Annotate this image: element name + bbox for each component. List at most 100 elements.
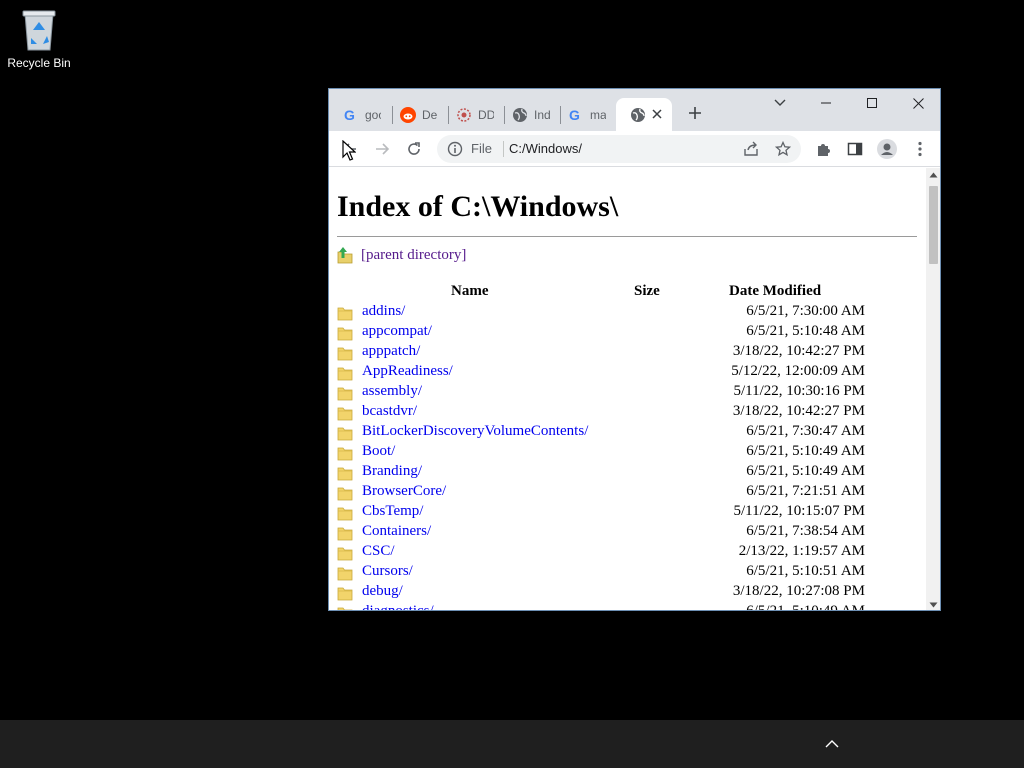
new-tab-button[interactable] <box>685 103 705 123</box>
folder-icon <box>337 347 353 361</box>
side-panel-button[interactable] <box>842 136 868 162</box>
folder-up-icon <box>337 247 353 264</box>
folder-icon <box>337 447 353 461</box>
menu-button[interactable] <box>907 136 933 162</box>
reddit-icon <box>400 106 416 123</box>
directory-listing-page: Index of C:\Windows\ [parent directory] … <box>337 168 917 610</box>
google-icon: G <box>569 107 580 123</box>
parent-directory-row[interactable]: [parent directory] <box>337 245 917 265</box>
file-name-link[interactable]: Cursors/ <box>362 563 413 580</box>
mouse-cursor-icon <box>342 140 356 161</box>
folder-icon <box>337 307 353 321</box>
date-modified: 5/12/22, 12:00:09 AM <box>731 363 865 379</box>
folder-icon <box>337 487 353 501</box>
table-row: AppReadiness/5/12/22, 12:00:09 AM <box>337 363 917 383</box>
parent-directory-link[interactable]: [parent directory] <box>361 247 466 264</box>
side-panel-icon <box>847 142 863 156</box>
reload-button[interactable] <box>401 136 427 162</box>
folder-icon <box>337 467 353 481</box>
folder-icon <box>337 427 353 441</box>
folder-icon <box>337 587 353 601</box>
table-row: Cursors/6/5/21, 5:10:51 AM <box>337 563 917 583</box>
date-modified: 2/13/22, 1:19:57 AM <box>738 543 865 559</box>
table-row: Branding/6/5/21, 5:10:49 AM <box>337 463 917 483</box>
minimize-button[interactable] <box>803 89 849 117</box>
tab-4[interactable]: Ind <box>498 98 554 131</box>
address-bar[interactable]: File C:/Windows/ <box>437 135 801 163</box>
globe-icon <box>631 107 645 122</box>
desktop-icon-recycle-bin[interactable]: Recycle Bin <box>4 8 74 70</box>
scrollbar-thumb[interactable] <box>929 186 938 264</box>
address-url[interactable]: C:/Windows/ <box>509 141 582 156</box>
table-row: Containers/6/5/21, 7:38:54 AM <box>337 523 917 543</box>
folder-icon <box>337 547 353 561</box>
forward-button[interactable] <box>369 136 395 162</box>
tab-close-button[interactable] <box>650 107 664 121</box>
tab-search-button[interactable] <box>757 89 803 117</box>
column-size[interactable]: Size <box>634 283 660 300</box>
close-window-button[interactable] <box>895 89 940 117</box>
file-name-link[interactable]: apppatch/ <box>362 343 420 360</box>
chevron-up-icon <box>825 740 839 748</box>
file-name-link[interactable]: appcompat/ <box>362 323 432 340</box>
star-icon <box>775 141 791 157</box>
close-icon <box>652 109 662 119</box>
date-modified: 3/18/22, 10:27:08 PM <box>732 583 865 599</box>
date-modified: 3/18/22, 10:42:27 PM <box>732 403 865 419</box>
avatar-icon <box>877 139 897 159</box>
folder-icon <box>337 567 353 581</box>
file-name-link[interactable]: Containers/ <box>362 523 431 540</box>
file-name-link[interactable]: Boot/ <box>362 443 395 460</box>
table-row: addins/6/5/21, 7:30:00 AM <box>337 303 917 323</box>
show-hidden-icons-button[interactable] <box>820 732 844 756</box>
date-modified: 6/5/21, 7:21:51 AM <box>746 483 865 499</box>
browser-window: G goo De DD Ind G ma <box>328 88 941 611</box>
table-header: Name Size Date Modified <box>337 283 917 303</box>
tab-5[interactable]: G ma <box>554 98 610 131</box>
file-name-link[interactable]: debug/ <box>362 583 403 600</box>
file-name-link[interactable]: bcastdvr/ <box>362 403 417 420</box>
page-viewport: Index of C:\Windows\ [parent directory] … <box>329 168 926 610</box>
dd-icon <box>457 107 471 122</box>
date-modified: 6/5/21, 5:10:49 AM <box>746 463 865 479</box>
tab-label: De <box>422 107 438 122</box>
arrow-right-icon <box>376 143 390 155</box>
column-name[interactable]: Name <box>451 283 489 300</box>
file-name-link[interactable]: diagnostics/ <box>362 603 434 610</box>
date-modified: 6/5/21, 5:10:51 AM <box>746 563 865 579</box>
table-body: addins/6/5/21, 7:30:00 AM appcompat/6/5/2… <box>337 303 917 610</box>
tab-1[interactable]: G goo <box>329 98 385 131</box>
svg-text:G: G <box>344 107 355 123</box>
date-modified: 5/11/22, 10:30:16 PM <box>733 383 865 399</box>
file-name-link[interactable]: assembly/ <box>362 383 422 400</box>
info-icon[interactable] <box>447 141 463 157</box>
file-name-link[interactable]: AppReadiness/ <box>362 363 453 380</box>
vertical-scrollbar[interactable] <box>926 168 940 610</box>
scroll-down-arrow-icon[interactable] <box>929 602 938 608</box>
table-row: diagnostics/6/5/21, 5:10:49 AM <box>337 603 917 610</box>
file-name-link[interactable]: BrowserCore/ <box>362 483 446 500</box>
puzzle-icon <box>818 144 830 156</box>
tab-active[interactable] <box>616 98 672 131</box>
extensions-button[interactable] <box>811 136 837 162</box>
file-name-link[interactable]: addins/ <box>362 303 405 320</box>
tab-2[interactable]: De <box>386 98 442 131</box>
profile-button[interactable] <box>874 136 900 162</box>
share-button[interactable] <box>741 139 761 159</box>
file-name-link[interactable]: BitLockerDiscoveryVolumeContents/ <box>362 423 588 440</box>
file-name-link[interactable]: Branding/ <box>362 463 422 480</box>
globe-icon <box>513 107 527 122</box>
table-row: apppatch/3/18/22, 10:42:27 PM <box>337 343 917 363</box>
tab-label: DD <box>478 107 494 122</box>
tab-3[interactable]: DD <box>442 98 498 131</box>
scroll-up-arrow-icon[interactable] <box>929 172 938 178</box>
table-row: assembly/5/11/22, 10:30:16 PM <box>337 383 917 403</box>
google-icon: G <box>344 107 355 123</box>
taskbar <box>0 720 1024 768</box>
file-name-link[interactable]: CbsTemp/ <box>362 503 423 520</box>
maximize-button[interactable] <box>849 89 895 117</box>
file-name-link[interactable]: CSC/ <box>362 543 395 560</box>
bookmark-button[interactable] <box>773 139 793 159</box>
page-title: Index of C:\Windows\ <box>337 190 619 223</box>
column-date-modified[interactable]: Date Modified <box>729 283 821 300</box>
